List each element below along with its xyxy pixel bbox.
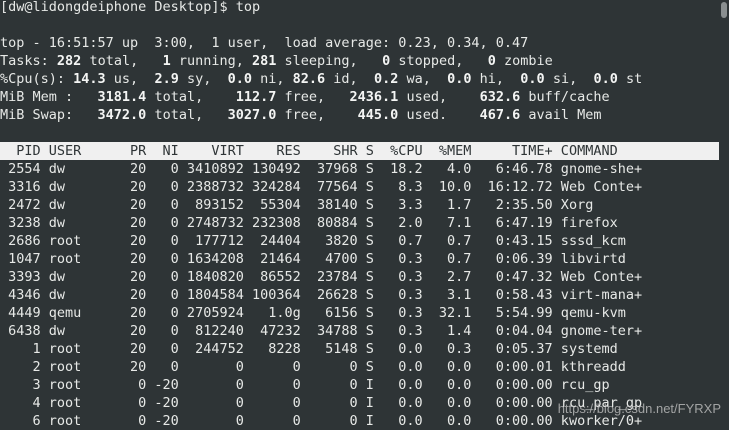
- tasks-line: Tasks: 282 total, 1 running, 281 sleepin…: [0, 53, 553, 69]
- process-row: 6438 dw 20 0 812240 47232 34788 S 0.3 1.…: [0, 323, 643, 339]
- shell-prompt: [dw@lidongdeiphone Desktop]$ top: [0, 0, 261, 15]
- process-row: 2686 root 20 0 177712 24404 3820 S 0.7 0…: [0, 233, 626, 249]
- process-row: 1 root 20 0 244752 8228 5148 S 0.0 0.3 0…: [0, 341, 618, 357]
- watermark-text: https://blog.csdn.net/FYRXP: [557, 401, 721, 416]
- process-row: 1047 root 20 0 1634208 21464 4700 S 0.3 …: [0, 251, 626, 267]
- cpu-line: %Cpu(s): 14.3 us, 2.9 sy, 0.0 ni, 82.6 i…: [0, 71, 643, 87]
- process-row: 4449 qemu 20 0 2705924 1.0g 6156 S 0.3 3…: [0, 305, 626, 321]
- terminal-output[interactable]: [dw@lidongdeiphone Desktop]$ top top - 1…: [0, 0, 729, 430]
- process-table-header: PID USER PR NI VIRT RES SHR S %CPU %MEM …: [0, 142, 729, 160]
- mem-line: MiB Mem : 3181.4 total, 112.7 free, 2436…: [0, 89, 610, 105]
- process-row: 3316 dw 20 0 2388732 324284 77564 S 8.3 …: [0, 179, 643, 195]
- process-row: 3393 dw 20 0 1840820 86552 23784 S 0.3 2…: [0, 269, 643, 285]
- swap-line: MiB Swap: 3472.0 total, 3027.0 free, 445…: [0, 107, 602, 123]
- uptime-line: top - 16:51:57 up 3:00, 1 user, load ave…: [0, 35, 529, 51]
- process-row: 3238 dw 20 0 2748732 232308 80884 S 2.0 …: [0, 215, 618, 231]
- process-row: 4346 dw 20 0 1804584 100364 26628 S 0.3 …: [0, 287, 643, 303]
- process-row: 2472 dw 20 0 893152 55304 38140 S 3.3 1.…: [0, 197, 594, 213]
- process-row: 2554 dw 20 0 3410892 130492 37968 S 18.2…: [0, 161, 643, 177]
- process-row: 2 root 20 0 0 0 0 S 0.0 0.0 0:00.01 kthr…: [0, 359, 626, 375]
- terminal-scrollbar[interactable]: [719, 0, 729, 428]
- scrollbar-thumb[interactable]: [721, 2, 727, 18]
- process-row: 3 root 0 -20 0 0 0 I 0.0 0.0 0:00.00 rcu…: [0, 377, 610, 393]
